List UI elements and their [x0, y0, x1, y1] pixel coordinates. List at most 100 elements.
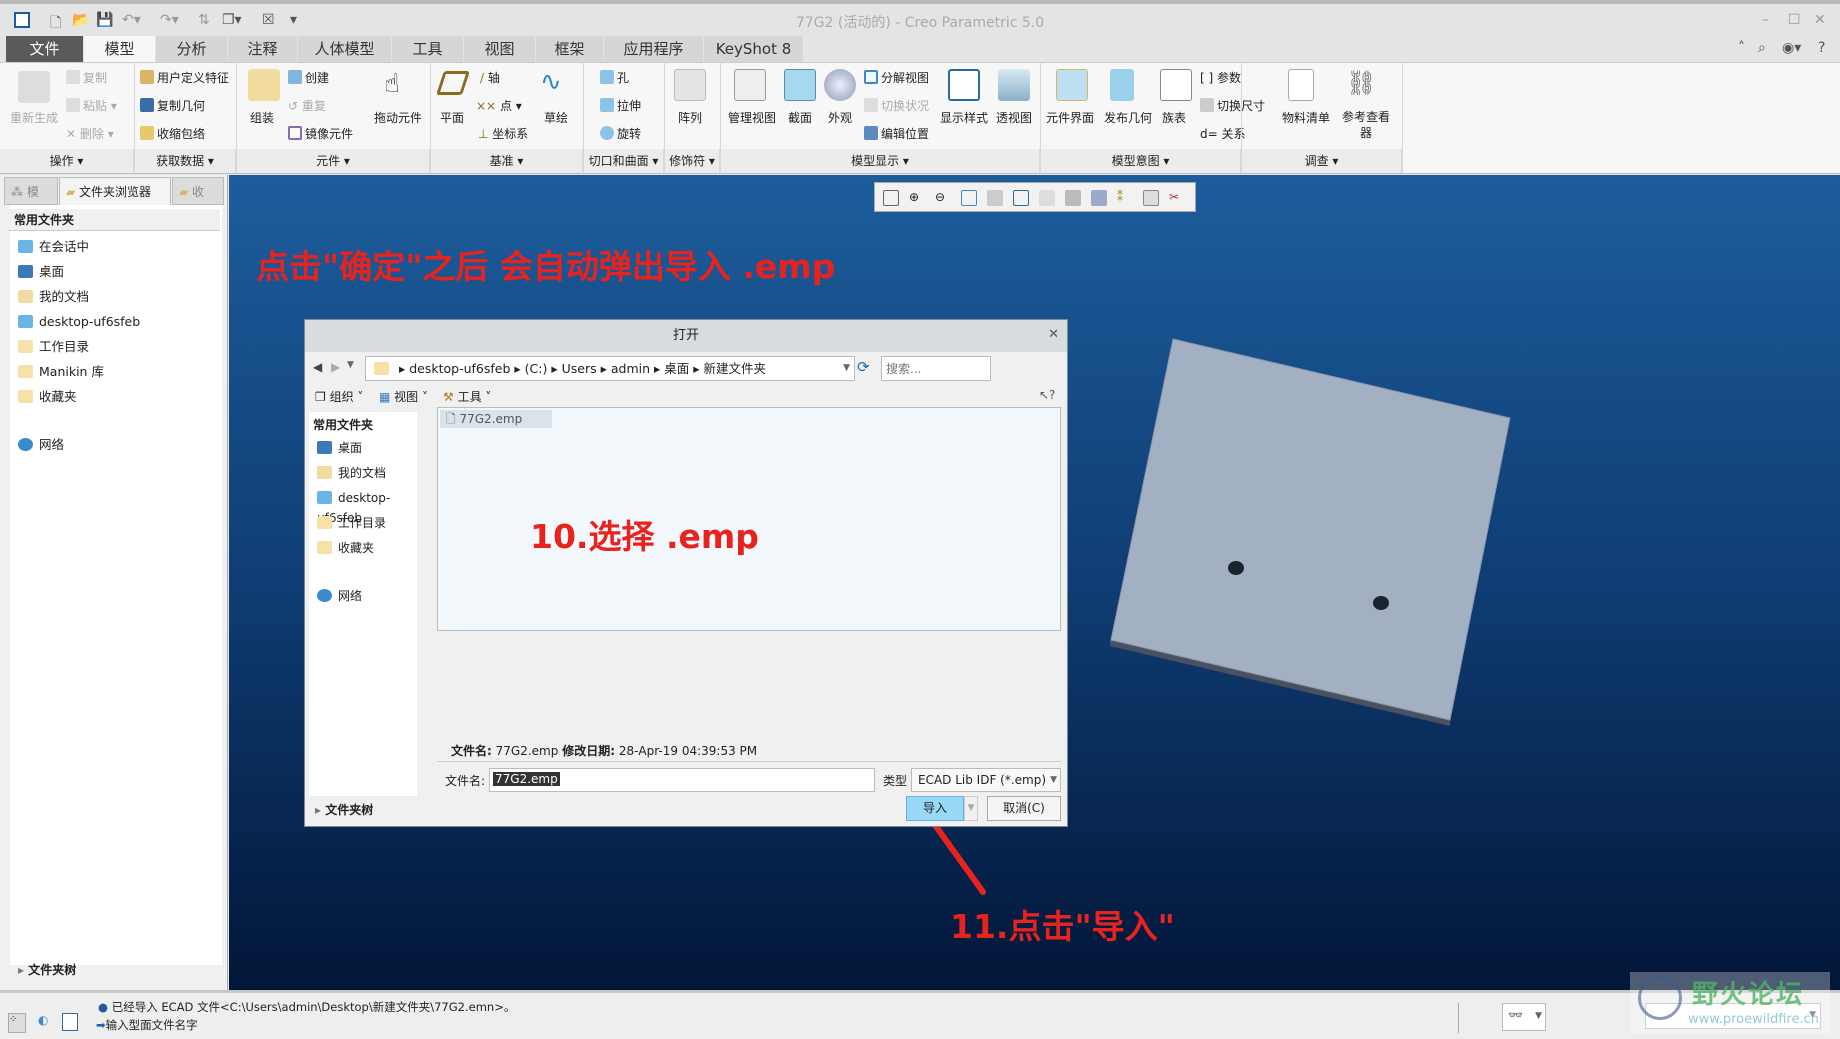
annotation-display-icon[interactable]	[1143, 190, 1159, 206]
tab-model[interactable]: 模型	[84, 36, 156, 62]
group-model-intent[interactable]: 模型意图 ▾	[1041, 149, 1241, 173]
switch-dimensions-button[interactable]: 切换尺寸	[1200, 97, 1265, 114]
repeat-button[interactable]: ↺ 重复	[288, 97, 326, 114]
revolve-button[interactable]: 旋转	[600, 125, 641, 142]
cancel-button[interactable]: 取消(C)	[987, 796, 1061, 821]
group-modifiers[interactable]: 修饰符 ▾	[665, 149, 720, 173]
extrude-button[interactable]: 拉伸	[600, 97, 641, 114]
assemble-button[interactable]: 组装	[250, 109, 274, 126]
fullscreen-toggle-icon[interactable]	[62, 1013, 78, 1031]
view-menu[interactable]: ▦ 视图 ˅	[379, 388, 428, 405]
udf-button[interactable]: 用户定义特征	[140, 69, 229, 86]
point-button[interactable]: ×× 点 ▾	[476, 97, 522, 114]
folder-network[interactable]: 网络	[18, 435, 64, 455]
community-icon[interactable]: ◉▾	[1782, 40, 1801, 56]
parameters-button[interactable]: [ ] 参数	[1200, 69, 1241, 86]
path-segment[interactable]: 桌面	[664, 361, 689, 376]
appearance-button[interactable]: 外观	[828, 109, 852, 126]
display-style-button[interactable]: 显示样式	[940, 109, 988, 126]
minimize-button[interactable]: –	[1762, 12, 1769, 28]
group-operations[interactable]: 操作 ▾	[0, 149, 134, 173]
sidebar-item-desktop[interactable]: 桌面	[317, 438, 362, 458]
search-icon[interactable]: ⌕	[1758, 40, 1766, 56]
folder-my-documents[interactable]: 我的文档	[18, 287, 89, 307]
section-button[interactable]: 截面	[788, 109, 812, 126]
file-item[interactable]: 🗋 77G2.emp	[440, 410, 552, 428]
datum-display-icon[interactable]: ⁑	[1117, 190, 1133, 206]
import-button[interactable]: 导入	[906, 796, 964, 821]
path-segment[interactable]: desktop-uf6sfeb	[409, 361, 510, 376]
shrinkwrap-button[interactable]: 收缩包络	[140, 125, 205, 142]
search-input[interactable]	[881, 356, 991, 381]
repaint-icon[interactable]	[961, 190, 977, 206]
forward-button[interactable]: ▶	[331, 360, 340, 374]
tab-analysis[interactable]: 分析	[156, 36, 228, 62]
tab-folder-browser[interactable]: ▰ 文件夹浏览器	[59, 177, 171, 205]
edit-position-button[interactable]: 编辑位置	[864, 125, 929, 142]
drag-components-button[interactable]: 拖动元件	[374, 109, 422, 126]
tools-menu[interactable]: ⚒ 工具 ˅	[443, 388, 491, 405]
tab-applications[interactable]: 应用程序	[604, 36, 704, 62]
sidebar-item-favorites[interactable]: 收藏夹	[317, 538, 374, 558]
saved-orientations-icon[interactable]	[1013, 190, 1029, 206]
perspective-button[interactable]: 透视图	[996, 109, 1032, 126]
back-button[interactable]: ◀	[313, 360, 322, 374]
path-segment[interactable]: 新建文件夹	[704, 361, 767, 376]
component-interface-button[interactable]: 元件界面	[1046, 109, 1094, 126]
path-segment[interactable]: (C:)	[525, 361, 548, 376]
tab-manikin[interactable]: 人体模型	[298, 36, 392, 62]
group-get-data[interactable]: 获取数据 ▾	[135, 149, 236, 173]
folder-manikin-library[interactable]: Manikin 库	[18, 362, 104, 382]
history-dropdown[interactable]: ▼	[347, 360, 354, 370]
bom-button[interactable]: 物料清单	[1282, 109, 1330, 126]
refresh-icon[interactable]: ⟳	[857, 358, 870, 376]
group-cut-surface[interactable]: 切口和曲面 ▾	[584, 149, 664, 173]
view-manager-icon[interactable]	[1039, 190, 1055, 206]
zoom-in-icon[interactable]: ⊕	[909, 190, 925, 206]
tab-favorites[interactable]: ▰ 收	[172, 177, 224, 205]
tab-keyshot[interactable]: KeyShot 8	[704, 36, 804, 62]
folder-tree-toggle[interactable]: ▸ 文件夹树	[315, 801, 373, 818]
relations-button[interactable]: d= 关系	[1200, 125, 1246, 142]
publish-geometry-button[interactable]: 发布几何	[1104, 109, 1152, 126]
sidebar-item-network[interactable]: 网络	[317, 586, 362, 606]
group-model-display[interactable]: 模型显示 ▾	[721, 149, 1040, 173]
find-button[interactable]: 👓 ▼	[1502, 1003, 1546, 1031]
sidebar-item-documents[interactable]: 我的文档	[317, 463, 386, 483]
address-bar[interactable]: ▸ desktop-uf6sfeb ▸ (C:) ▸ Users ▸ admin…	[365, 356, 855, 381]
maximize-button[interactable]: ☐	[1788, 12, 1801, 28]
refit-icon[interactable]	[883, 190, 899, 206]
folder-favorites[interactable]: 收藏夹	[18, 387, 77, 407]
spin-center-icon[interactable]: ✂	[1169, 190, 1185, 206]
reference-viewer-button[interactable]: 参考查看器	[1338, 109, 1394, 141]
sidebar-item-computer[interactable]: desktop-uf6sfeb	[317, 488, 417, 525]
paste-button[interactable]: 粘贴 ▾	[66, 97, 117, 114]
tab-model-tree[interactable]: ⁂ 模	[4, 177, 58, 205]
group-datum[interactable]: 基准 ▾	[431, 149, 583, 173]
copy-button[interactable]: 复制	[66, 69, 107, 86]
organize-menu[interactable]: ❐ 组织 ˅	[315, 388, 363, 405]
reorient-icon[interactable]	[987, 190, 1003, 206]
tab-annotate[interactable]: 注释	[228, 36, 298, 62]
group-investigate[interactable]: 调查 ▾	[1242, 149, 1402, 173]
folder-desktop[interactable]: 桌面	[18, 262, 64, 282]
sketch-button[interactable]: 草绘	[544, 109, 568, 126]
collapse-ribbon-icon[interactable]: ˄	[1738, 40, 1745, 56]
file-type-select[interactable]: ECAD Lib IDF (*.emp) ▼	[911, 768, 1061, 792]
folder-in-session[interactable]: 在会话中	[18, 237, 89, 257]
csys-button[interactable]: ⊥ 坐标系	[478, 125, 528, 142]
help-icon[interactable]: ?	[1818, 40, 1825, 56]
dialog-close-button[interactable]: ✕	[1048, 327, 1059, 342]
copy-geometry-button[interactable]: 复制几何	[140, 97, 205, 114]
family-table-button[interactable]: 族表	[1162, 109, 1186, 126]
plane-button[interactable]: 平面	[440, 109, 464, 126]
sidebar-item-working-dir[interactable]: 工作目录	[317, 513, 386, 533]
plate-part[interactable]	[1110, 338, 1511, 721]
group-component[interactable]: 元件 ▾	[237, 149, 430, 173]
close-button[interactable]: ✕	[1814, 12, 1826, 28]
hole-button[interactable]: 孔	[600, 69, 629, 86]
folder-tree-toggle[interactable]: ▸ 文件夹树	[18, 961, 76, 978]
tab-view[interactable]: 视图	[464, 36, 536, 62]
path-segment[interactable]: admin	[611, 361, 650, 376]
perspective-icon[interactable]	[1065, 190, 1081, 206]
